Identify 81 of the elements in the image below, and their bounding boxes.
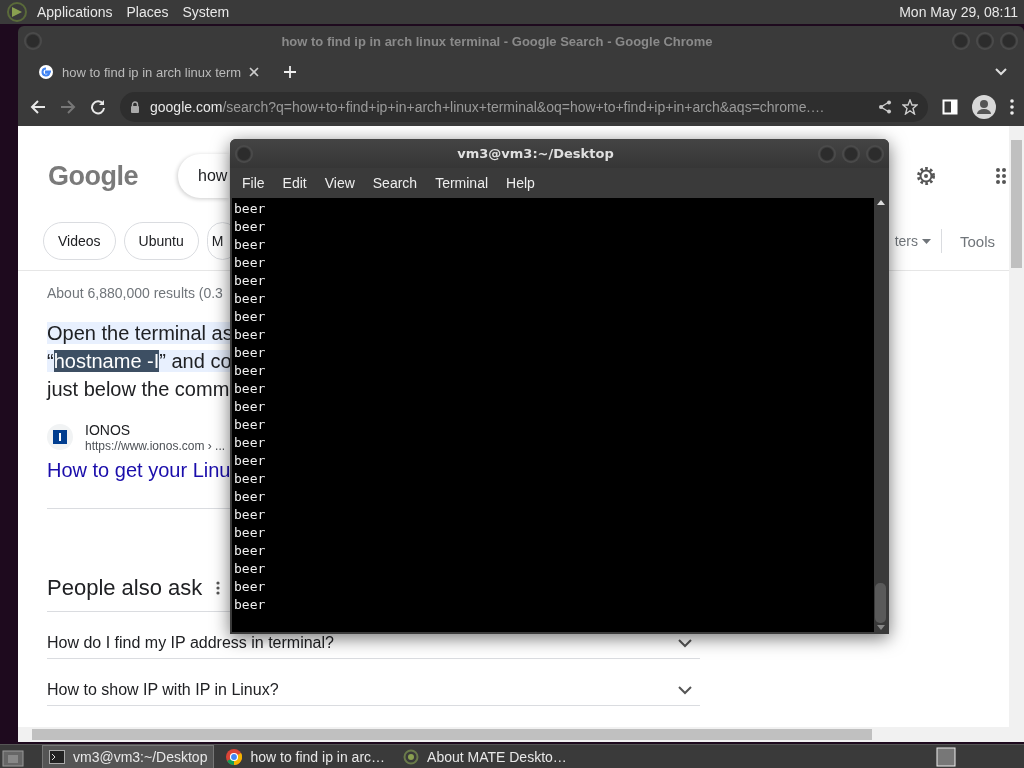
terminal-line: beer (234, 578, 266, 596)
scroll-down-arrow-icon[interactable] (876, 625, 885, 630)
terminal-line: beer (234, 470, 266, 488)
vertical-scrollbar[interactable] (1009, 126, 1024, 727)
google-g-icon (38, 64, 54, 80)
menu-icon[interactable] (1010, 99, 1014, 115)
terminal-line: beer (234, 290, 266, 308)
horizontal-scrollbar[interactable] (18, 727, 1009, 742)
site-favicon-icon (47, 424, 73, 450)
terminal-line: beer (234, 362, 266, 380)
google-logo[interactable]: Google (48, 160, 140, 192)
result-stats: About 6,880,000 results (0.3 (47, 285, 223, 301)
star-icon[interactable] (902, 99, 918, 115)
section-heading: People also ask (47, 575, 203, 601)
panel-menu[interactable]: Applications (32, 4, 118, 20)
taskbar-button[interactable]: how to find ip in arc… (220, 745, 392, 768)
menu-item[interactable]: Help (498, 175, 543, 191)
chrome-icon (226, 748, 243, 765)
terminal-line: beer (234, 542, 266, 560)
source-url: https://www.ionos.com › ... (85, 439, 226, 453)
terminal-line: beer (234, 200, 266, 218)
menu-item[interactable]: Edit (274, 175, 315, 191)
search-field[interactable]: how (178, 154, 229, 198)
mate-logo-icon (403, 748, 420, 765)
workspace-switcher[interactable] (936, 746, 956, 767)
terminal-line: beer (234, 380, 266, 398)
dropdown-caret-icon (921, 238, 931, 244)
menu-item[interactable]: File (234, 175, 273, 191)
chevron-down-icon[interactable] (678, 638, 692, 648)
window-title: vm3@vm3:~/Desktop (456, 146, 615, 161)
terminal-line: beer (234, 524, 266, 542)
terminal-line: beer (234, 326, 266, 344)
terminal-line: beer (234, 416, 266, 434)
terminal-line: beer (234, 434, 266, 452)
address-bar[interactable]: google.com/search?q=how+to+find+ip+in+arch+linux+terminal&oq=how+to+find+ip+in+arch&aqs=chrome.… (120, 92, 928, 122)
more-options-icon[interactable] (216, 581, 221, 595)
scrollbar-thumb[interactable] (875, 583, 886, 623)
back-icon[interactable] (30, 99, 46, 115)
result-link[interactable]: How to get your Linu (47, 459, 231, 482)
terminal-line: beer (234, 254, 266, 272)
taskbar-button[interactable]: About MATE Deskto… (397, 745, 573, 768)
tools-button[interactable]: Tools (959, 232, 995, 250)
vertical-scrollbar[interactable] (874, 198, 887, 632)
terminal-line: beer (234, 272, 266, 290)
terminal-line: beer (234, 560, 266, 578)
forward-icon[interactable] (60, 99, 76, 115)
taskbar-button[interactable]: vm3@vm3:~/Desktop (42, 744, 215, 768)
new-tab-icon[interactable] (283, 65, 298, 79)
tab-title: how to find ip in arch linux term (62, 64, 242, 80)
question-item[interactable]: How do I find my IP address in terminal? (47, 634, 334, 652)
panel-menu[interactable]: System (177, 4, 235, 20)
share-icon[interactable] (878, 100, 892, 114)
settings-icon[interactable] (915, 165, 937, 187)
terminal-line: beer (234, 398, 266, 416)
avatar-icon[interactable] (972, 95, 996, 119)
question-item[interactable]: How to show IP with IP in Linux? (47, 681, 279, 699)
terminal-line: beer (234, 344, 266, 362)
clock[interactable]: Mon May 29, 08:11 (899, 4, 1018, 20)
terminal-line: beer (234, 308, 266, 326)
chevron-down-icon[interactable] (678, 685, 692, 695)
menu-item[interactable]: Terminal (427, 175, 497, 191)
scroll-up-arrow-icon[interactable] (876, 200, 885, 205)
terminal-icon (49, 749, 65, 764)
terminal-line: beer (234, 596, 266, 614)
close-icon[interactable] (249, 67, 260, 77)
filters-dropdown[interactable]: ters (894, 233, 918, 249)
menu-item[interactable]: View (316, 175, 363, 191)
source-name: IONOS (85, 421, 132, 439)
terminal-line: beer (234, 236, 266, 254)
menu-item[interactable]: Search (364, 175, 426, 191)
mate-logo-icon[interactable] (6, 1, 28, 23)
terminal-line: beer (234, 488, 266, 506)
terminal-line: beer (234, 218, 266, 236)
side-panel-icon[interactable] (942, 99, 958, 115)
panel-menu[interactable]: Places (121, 4, 174, 20)
terminal-line: beer (234, 506, 266, 524)
lock-icon (130, 101, 140, 113)
window-title: how to find ip in arch linux terminal - Google Search - Google Chrome (280, 33, 714, 49)
apps-grid-icon[interactable] (995, 167, 1009, 185)
reload-icon[interactable] (90, 99, 106, 115)
terminal-line: beer (234, 452, 266, 470)
